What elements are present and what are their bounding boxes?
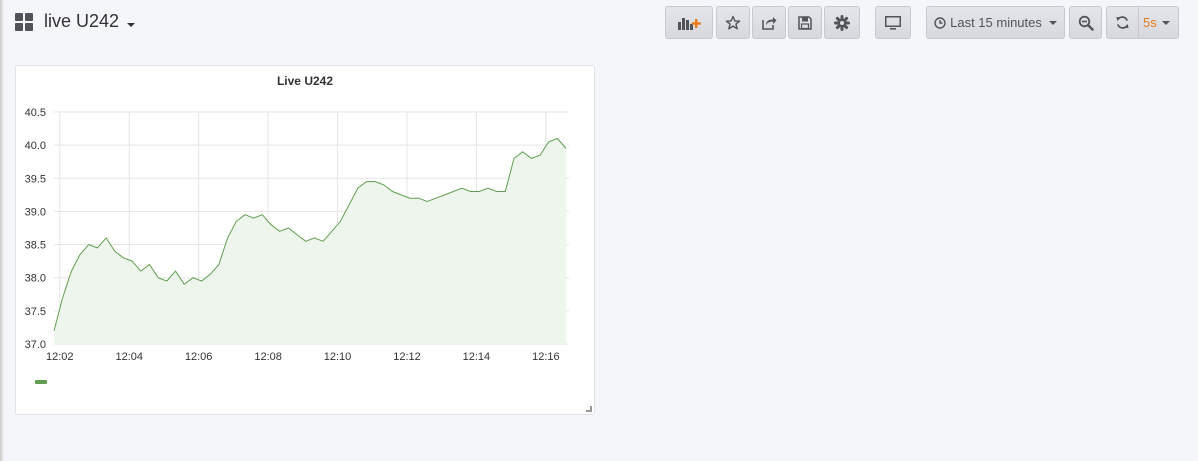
gear-icon: [834, 14, 850, 31]
zoom-out-icon: [1078, 15, 1094, 31]
refresh-icon: [1115, 15, 1130, 30]
view-mode-button[interactable]: [875, 6, 911, 39]
graph-chart: 37.037.538.038.539.039.540.040.5 12:02 12…: [25, 107, 569, 363]
y-tick-label: 39.0: [25, 206, 46, 218]
x-tick-label: 12:08: [254, 351, 282, 363]
dashboard-title: live U242: [44, 11, 120, 31]
refresh-button[interactable]: [1107, 7, 1139, 38]
y-tick-label: 38.0: [25, 273, 46, 285]
series-area: [54, 138, 567, 344]
y-tick-label: 38.5: [25, 240, 46, 252]
zoom-out-button[interactable]: [1069, 6, 1102, 39]
y-tick-label: 37.5: [25, 306, 46, 318]
x-tick-label: 12:06: [185, 351, 213, 363]
save-button[interactable]: [788, 6, 822, 39]
x-axis: 12:02 12:04 12:06 12:08 12:10 12:12 12:14 12:16: [46, 351, 560, 363]
x-tick-label: 12:04: [115, 351, 143, 363]
time-range-picker[interactable]: Last 15 minutes: [926, 6, 1065, 39]
y-tick-label: 37.0: [25, 339, 46, 351]
y-tick-label: 40.0: [25, 140, 46, 152]
legend-series-swatch[interactable]: [35, 380, 47, 384]
chevron-down-icon: [127, 22, 136, 27]
star-button[interactable]: [716, 6, 750, 39]
share-icon: [761, 15, 777, 31]
save-icon: [797, 15, 813, 31]
refresh-interval-label: 5s: [1143, 15, 1157, 30]
y-axis: 37.0 37.5 38.0 38.5 39.0 39.5 40.0 40.5: [25, 107, 46, 351]
panel-resize-handle[interactable]: [586, 406, 592, 412]
share-button[interactable]: [752, 6, 786, 39]
add-panel-button[interactable]: [665, 6, 713, 39]
bar-chart-plus-icon: [677, 15, 701, 31]
x-tick-label: 12:02: [46, 351, 74, 363]
graph-panel: Live U242 37.0 37.5 38.0 38.5 39.0 39.5 40.0 40…: [15, 65, 595, 415]
x-tick-label: 12:16: [532, 351, 560, 363]
dashboard-navbar: live U242 Last 15 minutes 5s: [0, 0, 1198, 46]
chevron-down-icon: [1161, 20, 1170, 25]
dashboard-grid-icon[interactable]: [15, 13, 34, 32]
window-edge: [0, 0, 4, 461]
clock-icon: [934, 16, 946, 29]
x-tick-label: 12:12: [393, 351, 421, 363]
y-tick-label: 39.5: [25, 173, 46, 185]
settings-button[interactable]: [824, 6, 860, 39]
time-range-label: Last 15 minutes: [950, 15, 1042, 30]
star-icon: [725, 15, 741, 31]
x-tick-label: 12:10: [324, 351, 352, 363]
chevron-down-icon: [1048, 20, 1057, 25]
monitor-icon: [884, 15, 902, 31]
x-tick-label: 12:14: [463, 351, 491, 363]
y-tick-label: 40.5: [25, 107, 46, 119]
refresh-picker[interactable]: 5s: [1106, 6, 1179, 39]
dashboard-title-dropdown[interactable]: live U242: [44, 11, 136, 32]
